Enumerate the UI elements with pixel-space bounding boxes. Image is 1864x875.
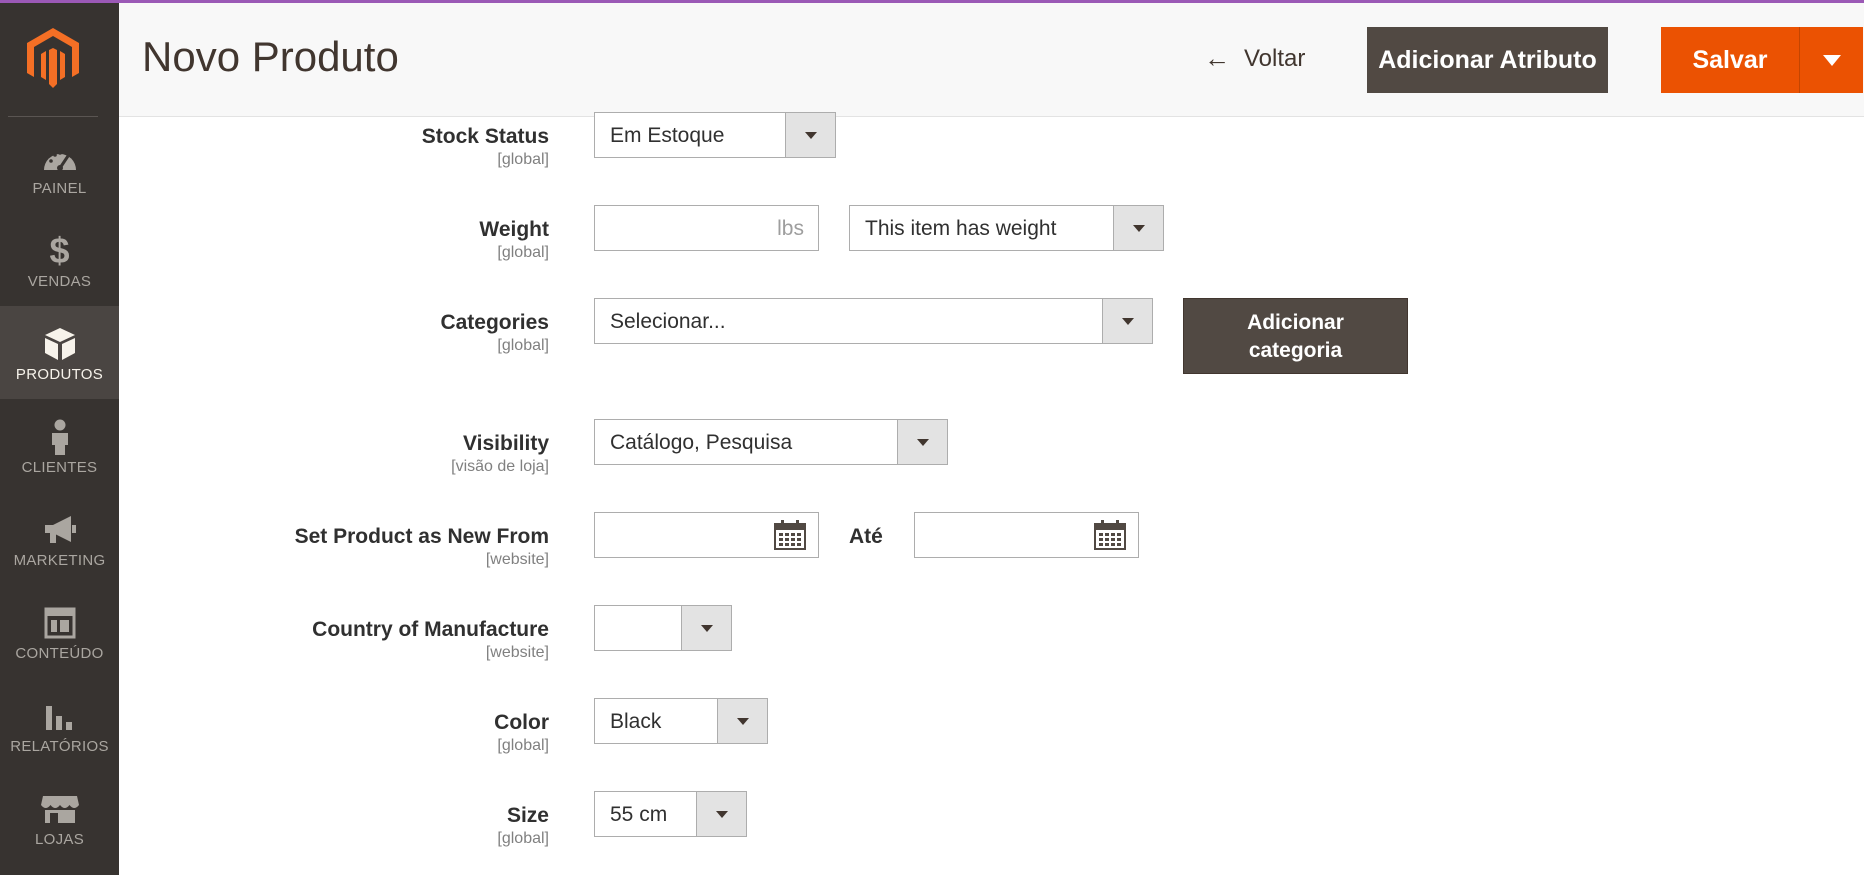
chevron-down-icon <box>1132 224 1145 232</box>
chevron-down-icon <box>1121 317 1134 325</box>
size-value: 55 cm <box>610 803 668 826</box>
top-accent-line <box>0 0 1864 3</box>
sidebar-item-lojas[interactable]: LOJAS <box>0 771 119 864</box>
back-button[interactable]: ← Voltar <box>1204 43 1305 74</box>
stock-status-select[interactable]: Em Estoque <box>594 112 836 158</box>
person-icon <box>0 419 119 455</box>
categories-label-group: Categories [global] <box>440 311 549 355</box>
stock-status-value: Em Estoque <box>610 124 725 147</box>
new-to-date-input[interactable] <box>914 512 1139 558</box>
page-header: Novo Produto ← Voltar Adicionar Atributo… <box>119 3 1864 117</box>
bar-chart-icon <box>0 698 119 734</box>
categories-select[interactable]: Selecionar... <box>594 298 1153 344</box>
color-select[interactable]: Black <box>594 698 768 744</box>
stock-status-label: Stock Status <box>421 125 549 148</box>
weight-label-group: Weight [global] <box>479 218 549 262</box>
sidebar-item-conteudo[interactable]: CONTEÚDO <box>0 585 119 678</box>
select-arrow <box>696 792 746 836</box>
dollar-icon: $ <box>49 230 70 271</box>
visibility-value: Catálogo, Pesquisa <box>610 431 793 454</box>
new-to-label: Até <box>849 525 883 548</box>
new-from-scope: [website] <box>485 551 549 568</box>
visibility-label: Visibility <box>463 432 549 455</box>
arrow-left-icon: ← <box>1204 43 1230 73</box>
calendar-icon[interactable] <box>1094 520 1126 550</box>
dashboard-icon <box>0 140 119 176</box>
sidebar-item-painel[interactable]: PAINEL <box>0 120 119 213</box>
weight-unit: lbs <box>777 217 804 240</box>
chevron-down-icon <box>916 438 929 446</box>
magento-logo[interactable] <box>0 3 119 115</box>
new-from-label: Set Product as New From <box>294 525 549 548</box>
color-value: Black <box>610 710 662 733</box>
size-scope: [global] <box>497 830 549 847</box>
admin-sidebar: PAINEL $ VENDAS PRODUTOS CLIENTES MARKET… <box>0 0 119 875</box>
sidebar-item-produtos[interactable]: PRODUTOS <box>0 306 119 399</box>
color-scope: [global] <box>497 737 549 754</box>
country-select[interactable] <box>594 605 732 651</box>
sidebar-divider <box>8 116 98 117</box>
size-label-group: Size [global] <box>497 804 549 848</box>
select-arrow <box>897 420 947 464</box>
visibility-label-group: Visibility [visão de loja] <box>451 432 549 476</box>
weight-scope: [global] <box>497 244 549 261</box>
sidebar-item-relatorios[interactable]: RELATÓRIOS <box>0 678 119 771</box>
color-label-group: Color [global] <box>494 711 549 755</box>
layout-icon <box>0 605 119 641</box>
weight-label: Weight <box>479 218 549 241</box>
select-arrow <box>1113 206 1163 250</box>
add-attribute-button[interactable]: Adicionar Atributo <box>1367 27 1608 93</box>
select-arrow <box>717 699 767 743</box>
chevron-down-icon <box>736 717 749 725</box>
box-icon <box>0 326 119 362</box>
stock-status-scope: [global] <box>497 151 549 168</box>
sidebar-item-clientes[interactable]: CLIENTES <box>0 399 119 492</box>
weight-type-value: This item has weight <box>865 217 1057 240</box>
weight-input[interactable]: lbs <box>594 205 819 251</box>
add-category-button-line1: Adicionar <box>1247 311 1344 334</box>
color-label: Color <box>494 711 549 734</box>
categories-label: Categories <box>440 311 549 334</box>
save-options-toggle[interactable] <box>1799 27 1863 93</box>
visibility-select[interactable]: Catálogo, Pesquisa <box>594 419 948 465</box>
add-category-button-line2: categoria <box>1248 339 1343 362</box>
chevron-down-icon <box>715 810 728 818</box>
new-from-date-input[interactable] <box>594 512 819 558</box>
calendar-icon[interactable] <box>774 520 806 550</box>
categories-placeholder: Selecionar... <box>610 310 726 333</box>
back-button-label: Voltar <box>1244 44 1306 72</box>
chevron-down-icon <box>1822 54 1841 66</box>
sidebar-item-vendas[interactable]: $ VENDAS <box>0 213 119 306</box>
chevron-down-icon <box>700 624 713 632</box>
select-arrow <box>785 113 835 157</box>
save-button[interactable]: Salvar <box>1661 27 1799 93</box>
add-category-button[interactable]: Adicionar categoria <box>1183 298 1408 374</box>
country-label: Country of Manufacture <box>312 618 549 641</box>
page-title: Novo Produto <box>142 33 399 80</box>
new-from-label-group: Set Product as New From [website] <box>295 525 549 569</box>
categories-scope: [global] <box>497 337 549 354</box>
store-icon <box>0 791 119 827</box>
weight-type-select[interactable]: This item has weight <box>849 205 1164 251</box>
megaphone-icon <box>0 512 119 548</box>
size-label: Size <box>506 804 549 827</box>
select-arrow <box>681 606 731 650</box>
country-scope: [website] <box>485 644 549 661</box>
country-label-group: Country of Manufacture [website] <box>312 618 549 662</box>
select-arrow <box>1102 299 1152 343</box>
magento-logo-icon <box>27 28 79 88</box>
sidebar-item-marketing[interactable]: MARKETING <box>0 492 119 585</box>
visibility-scope: [visão de loja] <box>451 458 549 475</box>
stock-status-label-group: Stock Status [global] <box>422 125 549 169</box>
chevron-down-icon <box>804 131 817 139</box>
size-select[interactable]: 55 cm <box>594 791 747 837</box>
